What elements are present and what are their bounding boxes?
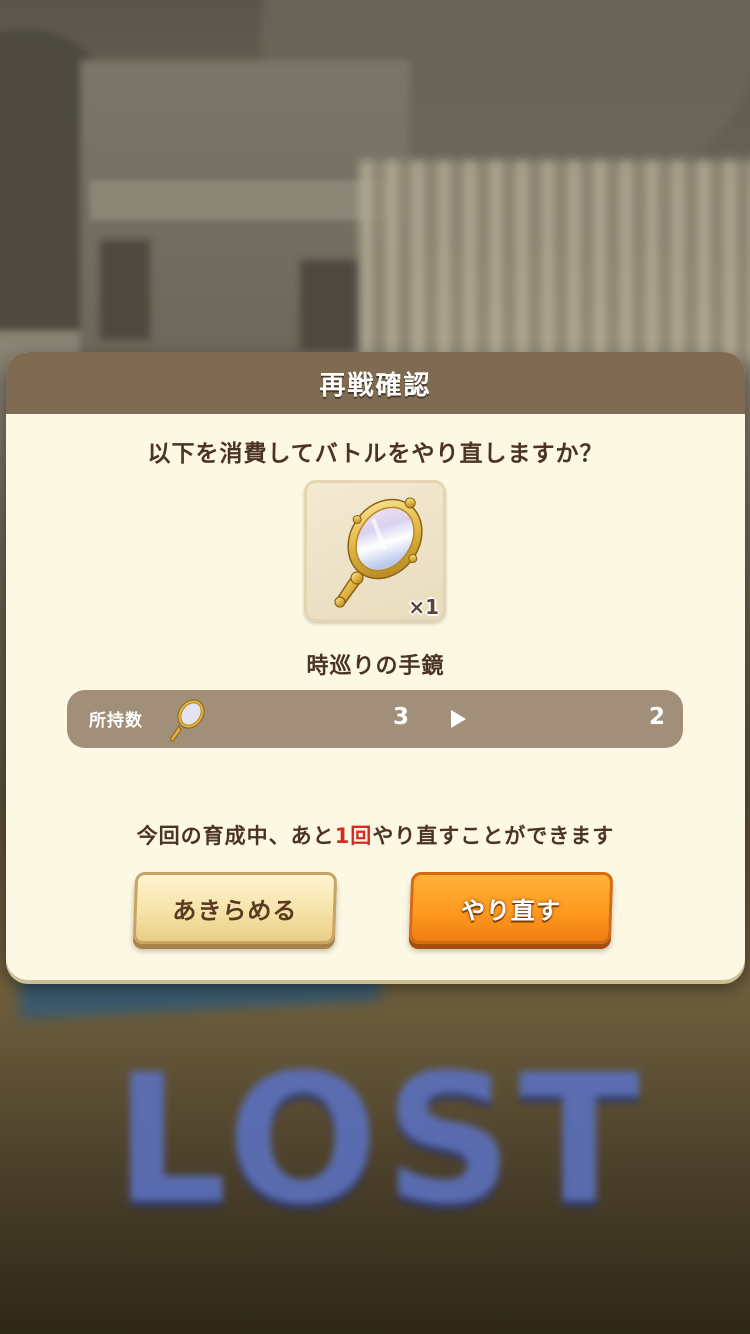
item-name: 時巡りの手鏡	[306, 654, 445, 679]
give-up-button-label: あきらめる	[171, 896, 298, 925]
retry-button-label: やり直す	[460, 896, 562, 925]
lost-banner: LOST	[113, 1036, 646, 1243]
background-building-roof	[90, 180, 390, 220]
item-card: ×1	[304, 480, 446, 622]
remaining-prefix: 今回の育成中、あと	[136, 824, 335, 848]
owned-count-bar: 所持数 3 2	[67, 690, 683, 748]
owned-after-count: 2	[649, 704, 666, 730]
background-window	[300, 260, 360, 350]
remaining-retries-text: 今回の育成中、あと1回やり直すことができます	[6, 820, 745, 850]
dialog-title: 再戦確認	[319, 370, 432, 401]
remaining-suffix: やり直すことができます	[372, 824, 615, 848]
arrow-right-icon	[451, 710, 466, 728]
owned-label: 所持数	[89, 711, 143, 731]
owned-before-count: 3	[393, 704, 410, 730]
item-quantity: ×1	[408, 595, 439, 619]
retry-button[interactable]: やり直す	[408, 872, 614, 944]
remaining-count: 1回	[334, 824, 373, 848]
dialog-header: 再戦確認	[6, 352, 745, 414]
background-crowd	[360, 160, 750, 360]
retry-confirm-dialog: 再戦確認 以下を消費してバトルをやり直しますか？ ×1 時巡りの手鏡 所持数 3…	[6, 352, 745, 980]
give-up-button[interactable]: あきらめる	[132, 872, 338, 944]
hand-mirror-icon	[170, 699, 205, 742]
background-window	[100, 240, 150, 340]
confirm-question: 以下を消費してバトルをやり直しますか？	[147, 441, 604, 467]
